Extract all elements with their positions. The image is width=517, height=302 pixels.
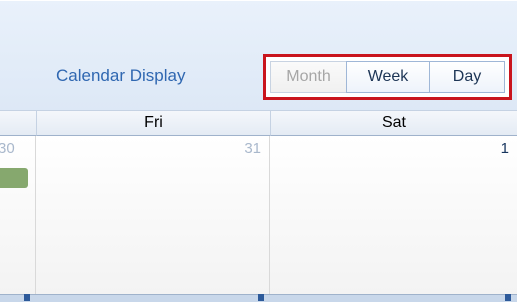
calendar-header: Calendar Display Month Week Day — [0, 0, 517, 111]
day-view-button[interactable]: Day — [429, 61, 505, 93]
date-marker — [505, 294, 511, 301]
date-number[interactable]: 31 — [244, 140, 261, 157]
event-chip[interactable] — [0, 168, 28, 188]
month-view-button[interactable]: Month — [270, 61, 347, 93]
date-number[interactable]: 1 — [501, 140, 509, 157]
calendar-display-label: Calendar Display — [56, 66, 186, 85]
view-switcher: Month Week Day — [263, 54, 512, 100]
date-marker — [24, 294, 30, 301]
day-cell-31[interactable]: 31 — [36, 136, 270, 294]
date-number[interactable]: 30 — [0, 140, 15, 157]
day-cell-30[interactable]: 30 — [0, 136, 36, 294]
day-header-partial — [0, 110, 36, 136]
day-cell-1[interactable]: 1 — [270, 136, 517, 294]
date-marker — [258, 294, 264, 301]
week-view-button[interactable]: Week — [346, 61, 430, 93]
day-header-fri: Fri — [36, 110, 270, 136]
day-header-sat: Sat — [270, 110, 517, 136]
